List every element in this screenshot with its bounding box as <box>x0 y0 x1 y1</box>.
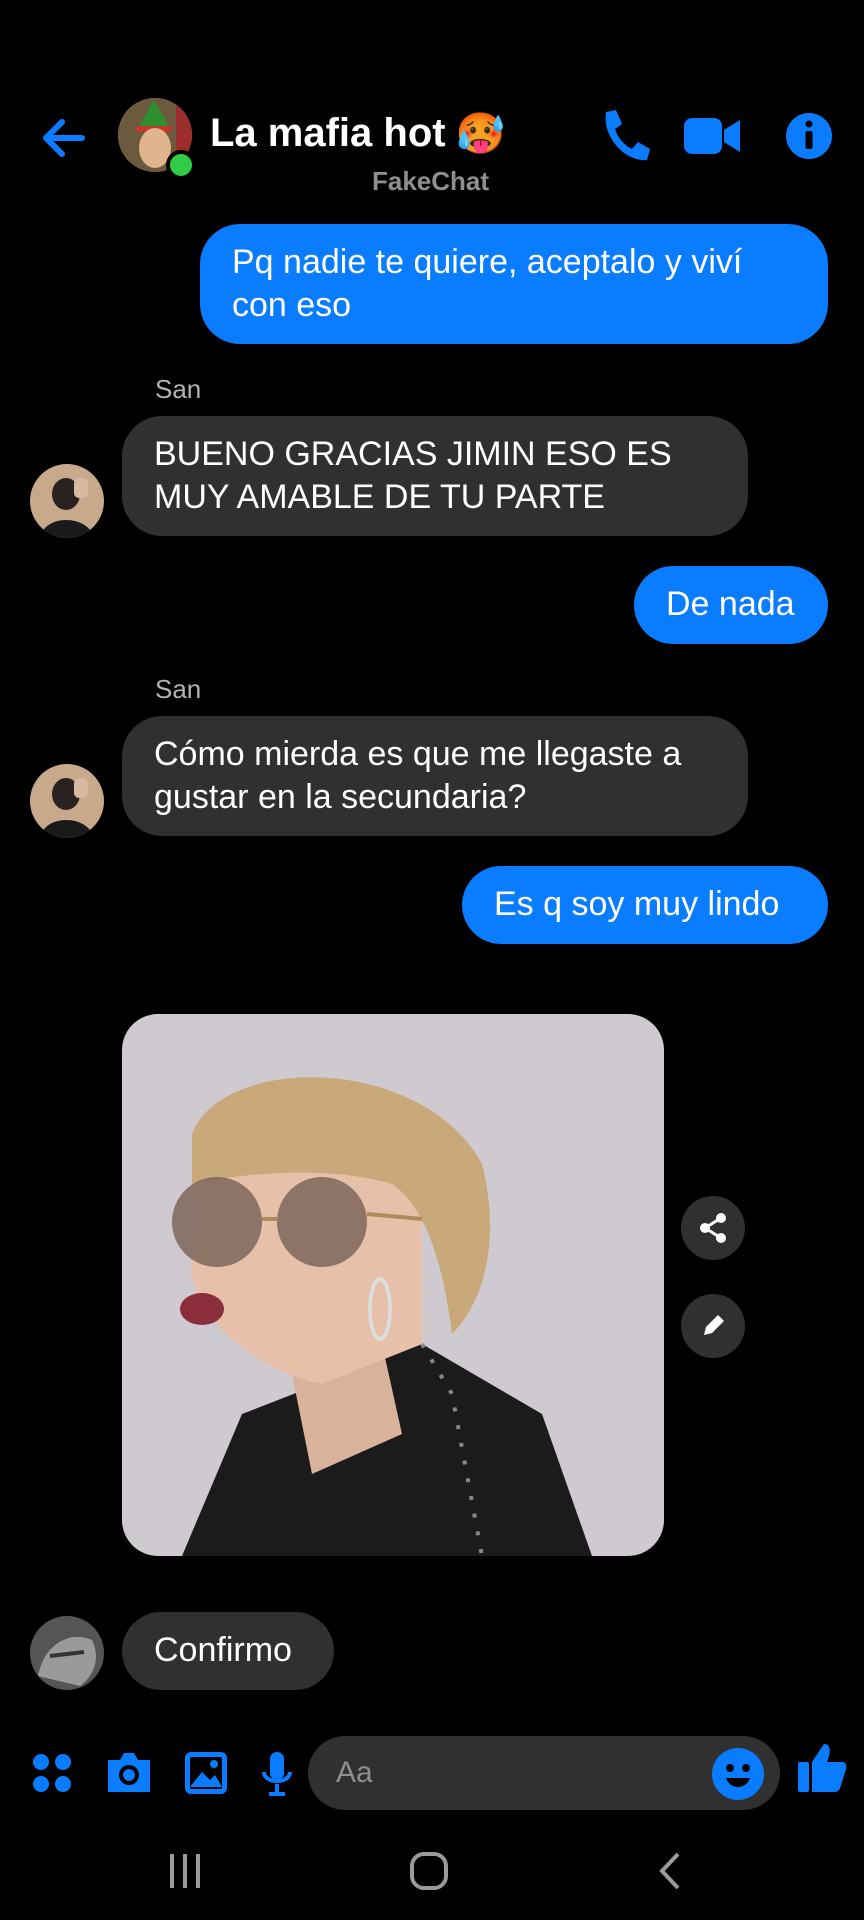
share-button[interactable] <box>681 1196 745 1260</box>
title-emoji: 🥵 <box>455 112 506 156</box>
sender-avatar[interactable] <box>30 464 104 538</box>
voice-message-button[interactable] <box>260 1742 294 1807</box>
incoming-message-bubble[interactable]: Cómo mierda es que me llegaste a gustar … <box>122 716 748 836</box>
image-icon <box>185 1752 227 1794</box>
voice-call-button[interactable] <box>596 104 652 168</box>
pencil-icon <box>704 1315 724 1335</box>
arrow-left-icon <box>43 119 85 157</box>
home-icon <box>410 1852 448 1890</box>
video-camera-icon <box>684 118 740 154</box>
sender-name: San <box>155 374 202 404</box>
more-actions-button[interactable] <box>30 1742 74 1807</box>
system-back-button[interactable] <box>646 1846 696 1896</box>
camera-button[interactable] <box>104 1742 154 1807</box>
online-status-dot <box>166 150 196 180</box>
avatar-image <box>30 764 104 838</box>
conversation-title-text: La mafia hot <box>210 111 446 155</box>
like-button[interactable] <box>796 1738 848 1803</box>
outgoing-message-bubble[interactable]: Pq nadie te quiere, aceptalo y viví con … <box>200 224 828 344</box>
sender-avatar[interactable] <box>30 1616 104 1690</box>
avatar-image <box>30 1616 104 1690</box>
message-input-field[interactable] <box>308 1736 780 1810</box>
emoji-icon <box>726 1764 750 1787</box>
conversation-title[interactable]: La mafia hot 🥵 <box>210 110 505 157</box>
four-dots-icon <box>33 1754 71 1792</box>
gallery-button[interactable] <box>182 1742 230 1807</box>
message-input[interactable] <box>334 1755 698 1791</box>
back-button[interactable] <box>36 110 92 166</box>
chevron-left-icon <box>659 1852 680 1890</box>
message-text: Es q soy muy lindo <box>494 885 780 923</box>
photo-image <box>122 1014 664 1556</box>
info-icon <box>786 113 832 159</box>
message-text: Confirmo <box>154 1631 292 1669</box>
recent-apps-button[interactable] <box>160 1846 210 1896</box>
conversation-subtitle: FakeChat <box>372 166 490 196</box>
incoming-message-bubble[interactable]: Confirmo <box>122 1612 334 1690</box>
home-button[interactable] <box>404 1846 454 1896</box>
message-text: De nada <box>666 585 795 623</box>
emoji-button[interactable] <box>712 1748 764 1800</box>
microphone-icon <box>262 1752 292 1796</box>
edit-button[interactable] <box>681 1294 745 1358</box>
sender-avatar[interactable] <box>30 764 104 838</box>
thumbs-up-icon <box>798 1744 847 1792</box>
incoming-message-bubble[interactable]: BUENO GRACIAS JIMIN ESO ES MUY AMABLE DE… <box>122 416 748 536</box>
recent-apps-icon <box>170 1854 200 1888</box>
share-icon <box>700 1213 726 1243</box>
message-text: BUENO GRACIAS JIMIN ESO ES MUY AMABLE DE… <box>154 435 672 516</box>
avatar-image <box>30 464 104 538</box>
sender-name: San <box>155 674 202 704</box>
info-button[interactable] <box>784 104 834 168</box>
photo-message[interactable] <box>122 1014 664 1556</box>
message-text: Pq nadie te quiere, aceptalo y viví con … <box>232 243 743 324</box>
message-text: Cómo mierda es que me llegaste a gustar … <box>154 735 682 816</box>
outgoing-message-bubble[interactable]: Es q soy muy lindo <box>462 866 828 944</box>
camera-icon <box>108 1753 150 1792</box>
video-call-button[interactable] <box>682 104 742 168</box>
outgoing-message-bubble[interactable]: De nada <box>634 566 828 644</box>
phone-icon <box>605 110 650 161</box>
